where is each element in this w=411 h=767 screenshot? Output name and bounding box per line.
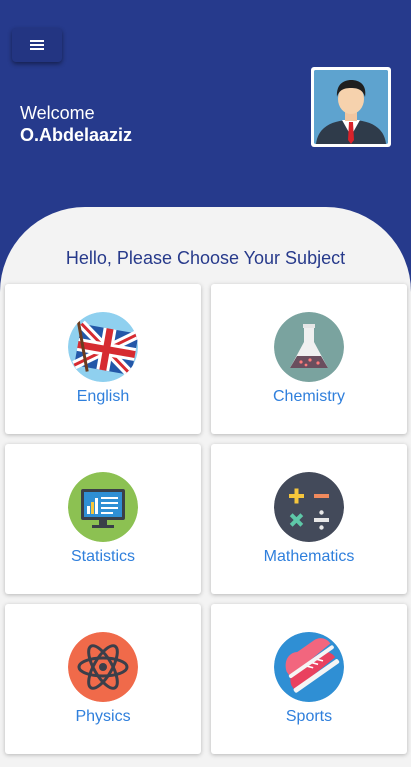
math-operators-icon xyxy=(274,472,344,542)
monitor-chart-icon xyxy=(68,472,138,542)
subject-label: Physics xyxy=(75,708,131,725)
avatar[interactable] xyxy=(311,67,391,147)
flask-icon xyxy=(274,312,344,382)
subject-card-english[interactable]: English xyxy=(5,284,201,434)
subject-card-chemistry[interactable]: Chemistry xyxy=(211,284,407,434)
subject-card-physics[interactable]: Physics xyxy=(5,604,201,754)
welcome-text: Welcome xyxy=(20,103,95,123)
hamburger-menu-icon xyxy=(30,40,44,50)
subject-label: English xyxy=(76,388,130,405)
sneakers-icon xyxy=(274,632,344,702)
businessman-avatar-icon xyxy=(314,70,388,144)
subject-card-sports[interactable]: Sports xyxy=(211,604,407,754)
subject-label: Chemistry xyxy=(272,388,345,405)
menu-button[interactable] xyxy=(12,28,62,62)
subject-card-mathematics[interactable]: Mathematics xyxy=(211,444,407,594)
subject-label: Mathematics xyxy=(263,548,355,565)
user-name: O.Abdelaaziz xyxy=(20,125,133,145)
subject-card-statistics[interactable]: Statistics xyxy=(5,444,201,594)
subject-label: Sports xyxy=(285,708,333,725)
atom-icon xyxy=(68,632,138,702)
uk-flag-icon xyxy=(68,312,138,382)
page-subtitle: Hello, Please Choose Your Subject xyxy=(65,248,346,268)
subject-label: Statistics xyxy=(70,548,135,565)
